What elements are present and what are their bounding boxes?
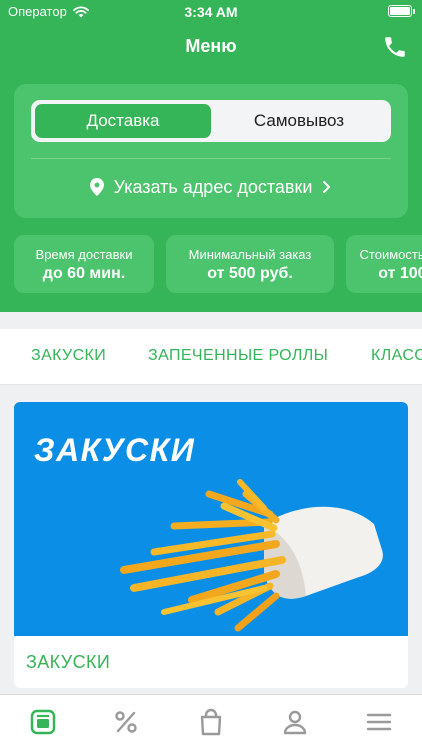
info-cards: Время доставки до 60 мин. Минимальный за… [14,235,422,295]
delivery-time-card: Время доставки до 60 мин. [14,235,154,293]
header: Оператор 3:34 AM Меню Доставка Самовывоз… [0,0,422,312]
address-label: Указать адрес доставки [113,176,313,197]
fries-illustration [120,479,383,632]
tab-baked-rolls[interactable]: ЗАПЕЧЕННЫЕ РОЛЛЫ [148,347,328,365]
info-label: Стоимость доставки [359,247,422,262]
tab-snacks[interactable]: ЗАКУСКИ [31,347,106,365]
status-bar: Оператор 3:34 AM [0,0,422,24]
percent-icon[interactable] [111,707,141,737]
page-title: Меню [185,36,237,56]
chevron-right-icon [323,181,331,193]
category-card[interactable]: ЗАКУСКИ ЗАКУСКИ [14,402,408,688]
delivery-cost-card: Стоимость доставки от 100 руб. [346,235,422,293]
divider [31,158,391,159]
info-value: до 60 мин. [42,265,126,282]
battery-icon [388,5,415,17]
bag-icon[interactable] [196,707,226,737]
info-label: Минимальный заказ [188,247,312,262]
delivery-mode-toggle: Доставка Самовывоз [31,100,391,142]
info-label: Время доставки [35,247,133,262]
hamburger-icon[interactable] [364,707,394,737]
address-selector[interactable]: Указать адрес доставки [14,172,408,202]
info-value: от 100 руб. [378,265,422,282]
category-tabs: ЗАКУСКИ ЗАПЕЧЕННЫЕ РОЛЛЫ КЛАССИЧЕСКИЕ РО… [0,329,422,385]
menu-icon[interactable] [28,707,58,737]
category-caption: ЗАКУСКИ [26,652,111,672]
profile-icon[interactable] [280,707,310,737]
status-time: 3:34 AM [184,4,238,20]
delivery-card: Доставка Самовывоз Указать адрес доставк… [14,84,408,218]
pickup-option[interactable]: Самовывоз [211,104,387,138]
phone-icon[interactable] [382,34,408,60]
tab-classic-rolls[interactable]: КЛАССИЧЕСКИЕ РОЛЛЫ [371,347,422,365]
category-banner: ЗАКУСКИ [14,402,408,636]
delivery-option[interactable]: Доставка [35,104,211,138]
map-pin-icon [89,178,104,196]
bottom-tab-bar [0,694,422,750]
info-value: от 500 руб. [207,265,293,282]
min-order-card: Минимальный заказ от 500 руб. [166,235,334,293]
